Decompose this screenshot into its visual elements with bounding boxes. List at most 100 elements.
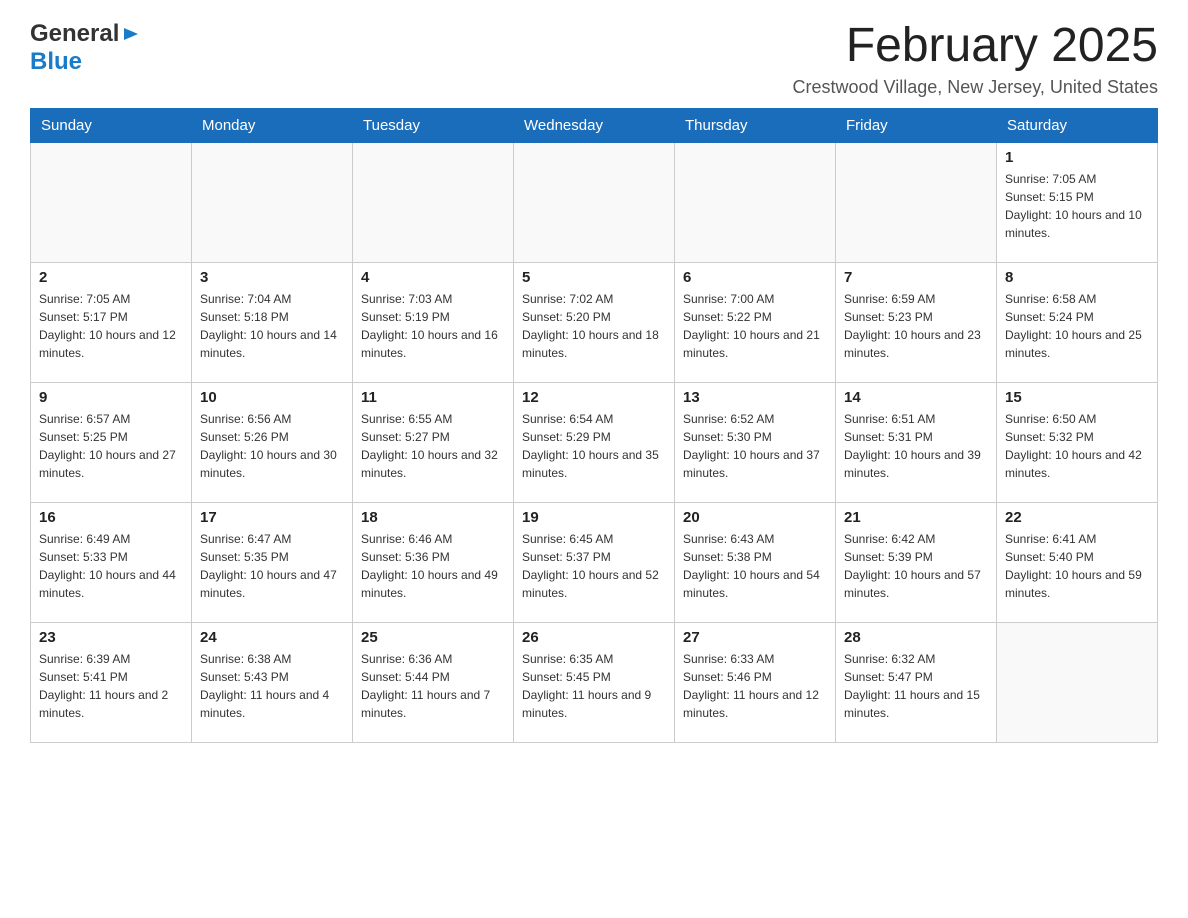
day-number: 14	[844, 389, 988, 406]
logo-blue: Blue	[30, 48, 82, 76]
calendar-cell: 10 Sunrise: 6:56 AM Sunset: 5:26 PM Dayli…	[192, 382, 353, 502]
day-info: Sunrise: 6:52 AM Sunset: 5:30 PM Dayligh…	[683, 410, 827, 482]
calendar-cell: 11 Sunrise: 6:55 AM Sunset: 5:27 PM Dayli…	[353, 382, 514, 502]
day-info: Sunrise: 6:42 AM Sunset: 5:39 PM Dayligh…	[844, 530, 988, 602]
day-info: Sunrise: 7:04 AM Sunset: 5:18 PM Dayligh…	[200, 290, 344, 362]
day-number: 6	[683, 269, 827, 286]
day-info: Sunrise: 6:32 AM Sunset: 5:47 PM Dayligh…	[844, 650, 988, 722]
calendar-cell: 17Sunrise: 6:47 AM Sunset: 5:35 PM Dayli…	[192, 502, 353, 622]
day-number: 8	[1005, 269, 1149, 286]
day-info: Sunrise: 7:03 AM Sunset: 5:19 PM Dayligh…	[361, 290, 505, 362]
day-number: 27	[683, 629, 827, 646]
calendar-cell: 21 Sunrise: 6:42 AM Sunset: 5:39 PM Dayli…	[836, 502, 997, 622]
page-header: General Blue February 2025 Crestwood Vil…	[30, 20, 1158, 98]
calendar-cell: 4 Sunrise: 7:03 AM Sunset: 5:19 PM Daylig…	[353, 262, 514, 382]
day-number: 5	[522, 269, 666, 286]
day-number: 13	[683, 389, 827, 406]
calendar-cell: 7 Sunrise: 6:59 AM Sunset: 5:23 PM Daylig…	[836, 262, 997, 382]
day-info: Sunrise: 6:59 AM Sunset: 5:23 PM Dayligh…	[844, 290, 988, 362]
calendar-cell: 8 Sunrise: 6:58 AM Sunset: 5:24 PM Daylig…	[997, 262, 1158, 382]
calendar-cell: 2 Sunrise: 7:05 AM Sunset: 5:17 PM Daylig…	[31, 262, 192, 382]
day-number: 18	[361, 509, 505, 526]
day-info: Sunrise: 6:56 AM Sunset: 5:26 PM Dayligh…	[200, 410, 344, 482]
day-number: 26	[522, 629, 666, 646]
calendar-cell: 26Sunrise: 6:35 AM Sunset: 5:45 PM Dayli…	[514, 622, 675, 742]
day-number: 19	[522, 509, 666, 526]
calendar-cell: 24 Sunrise: 6:38 AM Sunset: 5:43 PM Dayli…	[192, 622, 353, 742]
calendar-cell: 18 Sunrise: 6:46 AM Sunset: 5:36 PM Dayli…	[353, 502, 514, 622]
calendar-cell: 28 Sunrise: 6:32 AM Sunset: 5:47 PM Dayli…	[836, 622, 997, 742]
calendar-week-row: 9 Sunrise: 6:57 AM Sunset: 5:25 PM Daylig…	[31, 382, 1158, 502]
calendar-cell	[353, 142, 514, 262]
day-number: 2	[39, 269, 183, 286]
day-info: Sunrise: 7:05 AM Sunset: 5:15 PM Dayligh…	[1005, 170, 1149, 242]
calendar-cell: 9 Sunrise: 6:57 AM Sunset: 5:25 PM Daylig…	[31, 382, 192, 502]
weekday-header-tuesday: Tuesday	[353, 108, 514, 142]
day-number: 9	[39, 389, 183, 406]
day-number: 15	[1005, 389, 1149, 406]
day-info: Sunrise: 6:50 AM Sunset: 5:32 PM Dayligh…	[1005, 410, 1149, 482]
day-number: 11	[361, 389, 505, 406]
day-number: 23	[39, 629, 183, 646]
calendar-cell: 1Sunrise: 7:05 AM Sunset: 5:15 PM Daylig…	[997, 142, 1158, 262]
day-number: 21	[844, 509, 988, 526]
day-info: Sunrise: 6:57 AM Sunset: 5:25 PM Dayligh…	[39, 410, 183, 482]
day-info: Sunrise: 6:54 AM Sunset: 5:29 PM Dayligh…	[522, 410, 666, 482]
weekday-header-sunday: Sunday	[31, 108, 192, 142]
calendar-week-row: 2 Sunrise: 7:05 AM Sunset: 5:17 PM Daylig…	[31, 262, 1158, 382]
day-info: Sunrise: 6:38 AM Sunset: 5:43 PM Dayligh…	[200, 650, 344, 722]
day-number: 22	[1005, 509, 1149, 526]
calendar-cell: 19 Sunrise: 6:45 AM Sunset: 5:37 PM Dayli…	[514, 502, 675, 622]
day-info: Sunrise: 6:55 AM Sunset: 5:27 PM Dayligh…	[361, 410, 505, 482]
day-number: 28	[844, 629, 988, 646]
day-number: 4	[361, 269, 505, 286]
calendar-cell: 13 Sunrise: 6:52 AM Sunset: 5:30 PM Dayli…	[675, 382, 836, 502]
calendar-cell: 14 Sunrise: 6:51 AM Sunset: 5:31 PM Dayli…	[836, 382, 997, 502]
calendar-cell: 15 Sunrise: 6:50 AM Sunset: 5:32 PM Dayli…	[997, 382, 1158, 502]
calendar-cell: 6 Sunrise: 7:00 AM Sunset: 5:22 PM Daylig…	[675, 262, 836, 382]
calendar-cell	[31, 142, 192, 262]
logo-arrow-icon	[122, 25, 140, 43]
calendar-cell: 16Sunrise: 6:49 AM Sunset: 5:33 PM Dayli…	[31, 502, 192, 622]
calendar-week-row: 1Sunrise: 7:05 AM Sunset: 5:15 PM Daylig…	[31, 142, 1158, 262]
calendar-cell	[997, 622, 1158, 742]
day-info: Sunrise: 7:05 AM Sunset: 5:17 PM Dayligh…	[39, 290, 183, 362]
calendar-cell: 20Sunrise: 6:43 AM Sunset: 5:38 PM Dayli…	[675, 502, 836, 622]
day-info: Sunrise: 6:41 AM Sunset: 5:40 PM Dayligh…	[1005, 530, 1149, 602]
day-info: Sunrise: 6:45 AM Sunset: 5:37 PM Dayligh…	[522, 530, 666, 602]
day-info: Sunrise: 7:00 AM Sunset: 5:22 PM Dayligh…	[683, 290, 827, 362]
day-info: Sunrise: 6:33 AM Sunset: 5:46 PM Dayligh…	[683, 650, 827, 722]
day-info: Sunrise: 6:51 AM Sunset: 5:31 PM Dayligh…	[844, 410, 988, 482]
calendar-week-row: 23Sunrise: 6:39 AM Sunset: 5:41 PM Dayli…	[31, 622, 1158, 742]
day-info: Sunrise: 6:46 AM Sunset: 5:36 PM Dayligh…	[361, 530, 505, 602]
calendar-cell: 5 Sunrise: 7:02 AM Sunset: 5:20 PM Daylig…	[514, 262, 675, 382]
day-number: 3	[200, 269, 344, 286]
day-info: Sunrise: 6:36 AM Sunset: 5:44 PM Dayligh…	[361, 650, 505, 722]
weekday-header-thursday: Thursday	[675, 108, 836, 142]
logo: General Blue	[30, 20, 140, 76]
title-section: February 2025 Crestwood Village, New Jer…	[792, 20, 1158, 98]
day-info: Sunrise: 7:02 AM Sunset: 5:20 PM Dayligh…	[522, 290, 666, 362]
weekday-header-friday: Friday	[836, 108, 997, 142]
calendar-week-row: 16Sunrise: 6:49 AM Sunset: 5:33 PM Dayli…	[31, 502, 1158, 622]
day-info: Sunrise: 6:49 AM Sunset: 5:33 PM Dayligh…	[39, 530, 183, 602]
calendar-cell: 12 Sunrise: 6:54 AM Sunset: 5:29 PM Dayli…	[514, 382, 675, 502]
calendar-cell	[836, 142, 997, 262]
calendar-cell	[192, 142, 353, 262]
calendar-header-row: SundayMondayTuesdayWednesdayThursdayFrid…	[31, 108, 1158, 142]
calendar-cell: 3 Sunrise: 7:04 AM Sunset: 5:18 PM Daylig…	[192, 262, 353, 382]
day-number: 25	[361, 629, 505, 646]
day-number: 10	[200, 389, 344, 406]
day-info: Sunrise: 6:58 AM Sunset: 5:24 PM Dayligh…	[1005, 290, 1149, 362]
calendar-cell: 27 Sunrise: 6:33 AM Sunset: 5:46 PM Dayli…	[675, 622, 836, 742]
day-number: 17	[200, 509, 344, 526]
day-number: 20	[683, 509, 827, 526]
weekday-header-wednesday: Wednesday	[514, 108, 675, 142]
calendar-cell: 23Sunrise: 6:39 AM Sunset: 5:41 PM Dayli…	[31, 622, 192, 742]
day-number: 12	[522, 389, 666, 406]
weekday-header-saturday: Saturday	[997, 108, 1158, 142]
location-title: Crestwood Village, New Jersey, United St…	[792, 77, 1158, 98]
day-number: 24	[200, 629, 344, 646]
day-number: 7	[844, 269, 988, 286]
calendar-cell	[514, 142, 675, 262]
